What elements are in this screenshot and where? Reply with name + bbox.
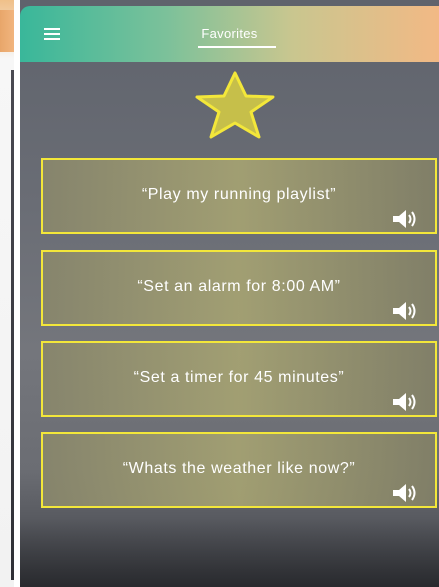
favorite-card-running-playlist[interactable]: “Play my running playlist” [41,158,437,234]
star-icon [195,71,275,139]
favorite-phrase: “Set a timer for 45 minutes” [133,369,345,386]
speaker-icon[interactable] [391,482,419,504]
favorite-card-timer[interactable]: “Set a timer for 45 minutes” [41,341,437,417]
favorite-card-alarm[interactable]: “Set an alarm for 8:00 AM” [41,250,437,326]
title-underline [198,46,276,48]
previous-screen-header [0,10,14,52]
favorite-card-weather[interactable]: “Whats the weather like now?” [41,432,437,508]
speaker-icon[interactable] [391,208,419,230]
previous-screen-edge [0,0,14,587]
previous-screen-border [11,70,14,580]
bottom-shadow [20,517,439,587]
app-header: Favorites [20,6,439,62]
page-title: Favorites [201,26,258,41]
speaker-icon[interactable] [391,391,419,413]
favorite-phrase: “Set an alarm for 8:00 AM” [137,278,341,295]
speaker-icon[interactable] [391,300,419,322]
favorites-screen: Favorites “Play my running playlist” “Se… [20,0,439,587]
favorite-phrase: “Play my running playlist” [141,186,337,203]
favorite-phrase: “Whats the weather like now?” [122,460,356,477]
